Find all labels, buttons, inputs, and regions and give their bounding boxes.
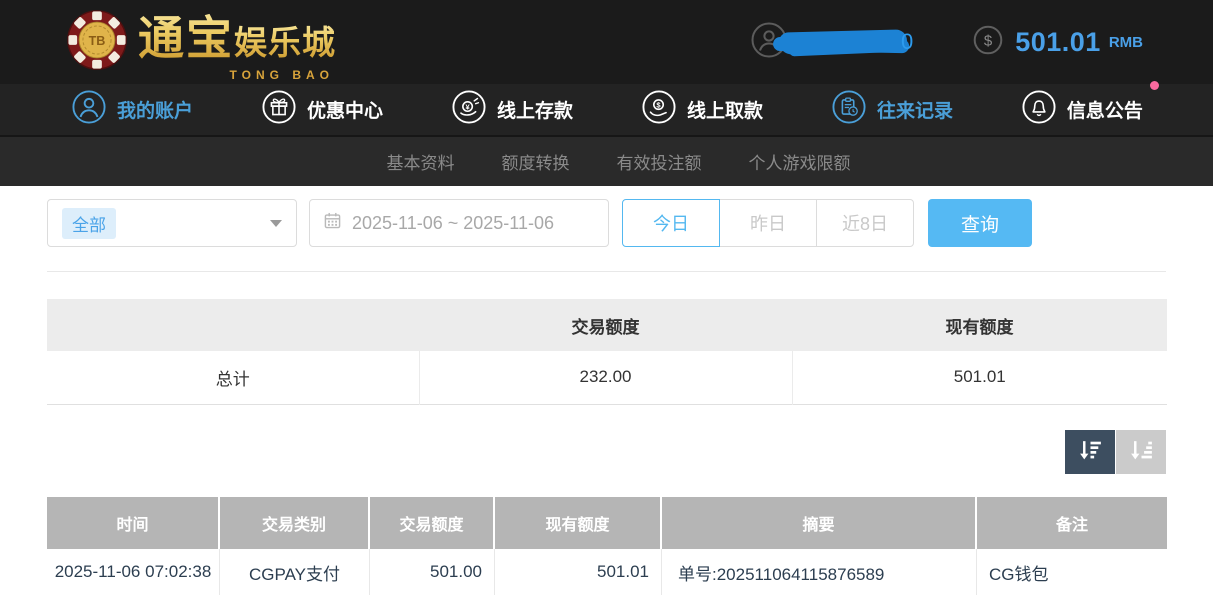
summary-total-row: 总计 232.00 501.01 <box>47 351 1167 404</box>
gift-icon <box>262 90 296 130</box>
col-header-summary: 摘要 <box>662 497 977 549</box>
search-button[interactable]: 查询 <box>928 199 1032 247</box>
col-header-type: 交易类别 <box>220 497 370 549</box>
nav-label: 往来记录 <box>877 96 953 123</box>
col-header-transaction-amount: 交易额度 <box>370 497 495 549</box>
svg-text:TB: TB <box>89 33 106 47</box>
logged-in-user[interactable]: 0 <box>751 22 913 63</box>
sort-ascending-button[interactable] <box>1116 430 1166 474</box>
record-transaction-amount: 501.00 <box>370 549 495 595</box>
dollar-circle-icon: $ <box>973 25 1003 60</box>
balance-currency: RMB <box>1109 34 1143 51</box>
nav-item-my-account[interactable]: 我的账户 <box>72 90 193 130</box>
nav-label: 线上取款 <box>687 96 763 123</box>
brand-text: 通宝 娱乐城 TONG BAO <box>138 2 336 82</box>
notification-dot <box>1150 81 1159 90</box>
records-header-row: 时间 交易类别 交易额度 现有额度 摘要 备注 <box>47 497 1167 549</box>
bell-icon <box>1022 90 1056 130</box>
nav-item-announcements[interactable]: 信息公告 <box>1022 90 1143 130</box>
col-header-current-amount: 现有额度 <box>495 497 662 549</box>
col-header-remark: 备注 <box>977 497 1167 549</box>
sort-controls <box>47 430 1166 474</box>
subnav-item-credit-transfer[interactable]: 额度转换 <box>502 149 570 174</box>
calendar-icon <box>324 212 341 234</box>
main-content: 全部 2025-11-06 ~ 2025-11-06 <box>0 199 1213 595</box>
col-header-time: 时间 <box>47 497 220 549</box>
casino-chip-icon: TB <box>66 9 128 76</box>
svg-text:$: $ <box>984 32 993 49</box>
divider <box>47 271 1166 272</box>
subnav-item-valid-bets[interactable]: 有效投注额 <box>617 149 702 174</box>
nav-item-online-deposit[interactable]: ¥ 线上存款 <box>452 90 573 130</box>
chevron-down-icon <box>270 220 282 227</box>
username-redaction-scribble <box>779 29 908 54</box>
nav-label: 信息公告 <box>1067 96 1143 123</box>
deposit-icon: ¥ <box>452 90 486 130</box>
user-icon <box>72 90 106 130</box>
sort-descending-icon <box>1077 437 1104 467</box>
account-balance[interactable]: $ 501.01 RMB <box>973 25 1143 60</box>
subnav-item-basic-info[interactable]: 基本资料 <box>387 149 455 174</box>
today-button[interactable]: 今日 <box>622 199 720 247</box>
record-row: 2025-11-06 07:02:38 CGPAY支付 501.00 501.0… <box>47 549 1167 595</box>
username-visible-suffix: 0 <box>901 29 913 55</box>
selected-type-tag: 全部 <box>62 208 116 239</box>
last-8-days-button[interactable]: 近8日 <box>816 199 914 247</box>
quick-date-button-group: 今日 昨日 近8日 <box>622 199 914 247</box>
record-summary: 单号:202511064115876589 <box>662 549 977 595</box>
subnav-item-personal-game-limit[interactable]: 个人游戏限额 <box>749 149 851 174</box>
sort-ascending-icon <box>1128 437 1155 467</box>
record-current-amount: 501.01 <box>495 549 662 595</box>
summary-transaction-amount: 232.00 <box>419 351 792 404</box>
balance-amount: 501.01 <box>1015 27 1101 58</box>
record-type: CGPAY支付 <box>220 549 370 595</box>
brand-cn-large: 通宝 <box>138 2 234 68</box>
nav-label: 线上存款 <box>497 96 573 123</box>
records-table: 时间 交易类别 交易额度 现有额度 摘要 备注 2025-11-06 07:02… <box>47 497 1167 595</box>
sort-descending-button[interactable] <box>1065 430 1115 474</box>
nav-item-promotions[interactable]: 优惠中心 <box>262 90 383 130</box>
record-remark: CG钱包 <box>977 549 1167 595</box>
nav-label: 优惠中心 <box>307 96 383 123</box>
yesterday-button[interactable]: 昨日 <box>719 199 817 247</box>
summary-table: 交易额度 现有额度 总计 232.00 501.01 <box>47 299 1167 405</box>
filter-row: 全部 2025-11-06 ~ 2025-11-06 <box>47 199 1166 247</box>
transaction-type-select[interactable]: 全部 <box>47 199 297 247</box>
brand-en: TONG BAO <box>230 68 334 82</box>
summary-header-row: 交易额度 现有额度 <box>47 299 1167 351</box>
summary-header-transaction-amount: 交易额度 <box>419 299 792 351</box>
records-icon <box>832 90 866 130</box>
nav-item-online-withdrawal[interactable]: $ 线上取款 <box>642 90 763 130</box>
nav-label: 我的账户 <box>117 96 193 123</box>
sub-nav: 基本资料 额度转换 有效投注额 个人游戏限额 <box>0 137 1213 186</box>
summary-header-current-amount: 现有额度 <box>792 299 1167 351</box>
record-time: 2025-11-06 07:02:38 <box>47 549 220 595</box>
summary-total-label: 总计 <box>47 351 419 404</box>
summary-header-empty <box>47 299 419 351</box>
summary-current-amount: 501.01 <box>792 351 1167 404</box>
withdraw-icon: $ <box>642 90 676 130</box>
brand-cn-small: 娱乐城 <box>234 16 336 64</box>
date-range-value: 2025-11-06 ~ 2025-11-06 <box>352 213 554 234</box>
date-range-input[interactable]: 2025-11-06 ~ 2025-11-06 <box>309 199 609 247</box>
site-logo[interactable]: TB 通宝 娱乐城 TONG BAO <box>66 2 336 82</box>
main-nav: 我的账户 优惠中心 ¥ 线上存款 <box>0 84 1213 137</box>
nav-item-transaction-records[interactable]: 往来记录 <box>832 90 953 130</box>
site-header: TB 通宝 娱乐城 TONG BAO 0 <box>0 0 1213 84</box>
